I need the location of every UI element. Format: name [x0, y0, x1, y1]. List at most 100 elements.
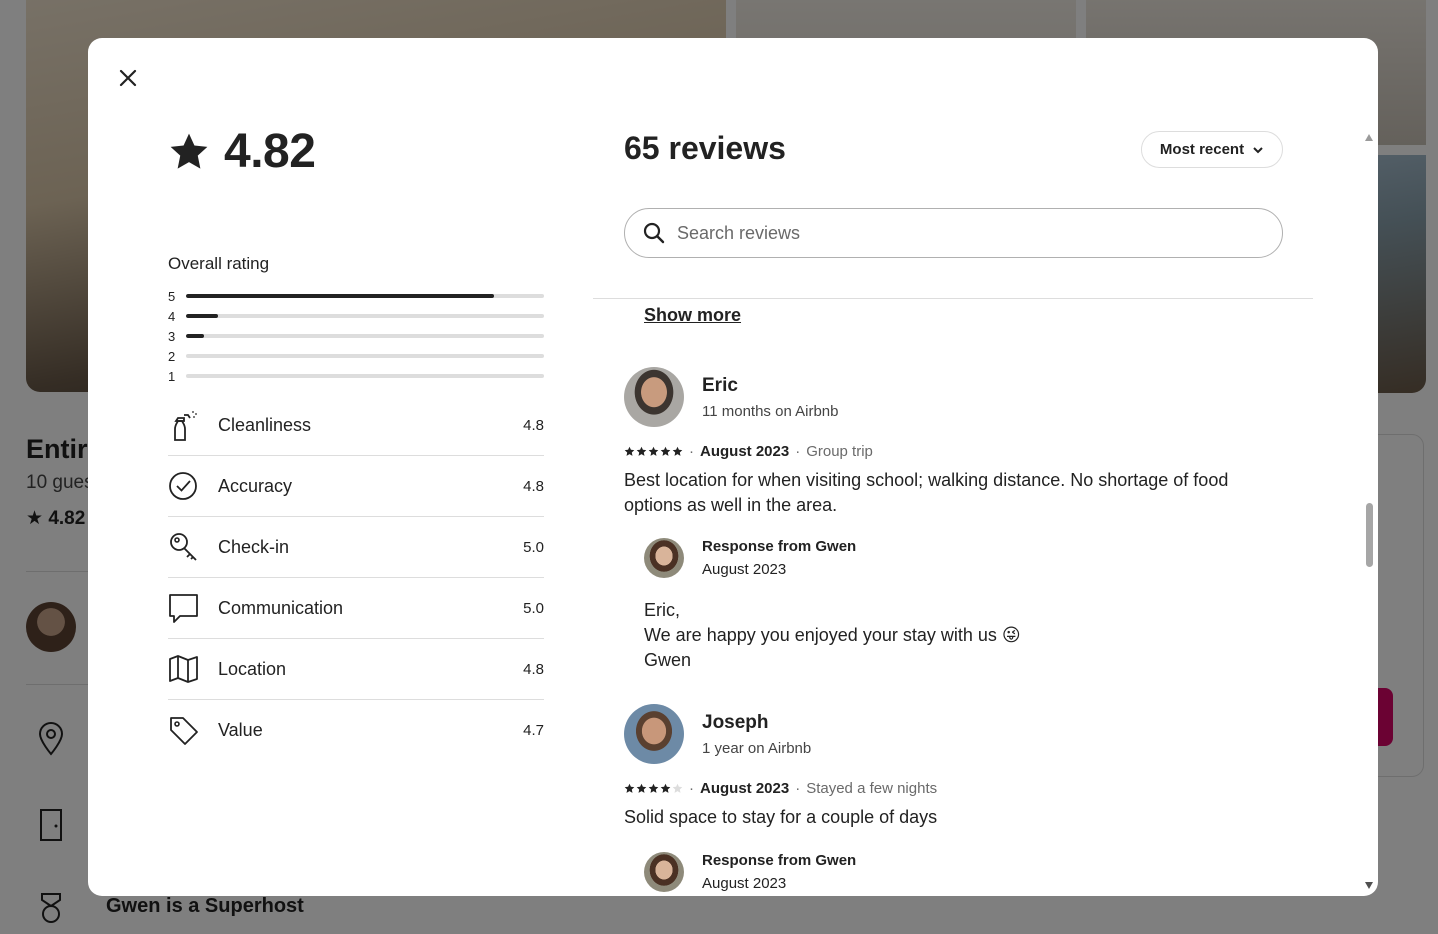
- category-value: Value 4.7: [168, 700, 544, 761]
- histogram-row: 4: [168, 306, 544, 326]
- category-location: Location 4.8: [168, 639, 544, 700]
- category-name: Check-in: [218, 536, 290, 557]
- overall-rating-label: Overall rating: [168, 254, 270, 273]
- category-name: Location: [218, 658, 287, 679]
- reviews-count: 65 reviews: [624, 130, 786, 166]
- review-text: Solid space to stay for a couple of days: [624, 807, 938, 827]
- review-text: Best location for when visiting school; …: [624, 470, 1229, 515]
- reviewer-name: Joseph: [702, 711, 769, 733]
- review-stars: [624, 783, 683, 794]
- star-filled-icon: [636, 783, 647, 793]
- category-name: Accuracy: [218, 475, 293, 496]
- histogram-star-label: 5: [168, 288, 176, 304]
- reviewer-avatar[interactable]: [624, 367, 684, 427]
- histogram-row: 1: [168, 366, 544, 386]
- star-filled-icon: [672, 446, 683, 456]
- star-filled-icon: [660, 783, 671, 793]
- category-score: 4.8: [523, 477, 544, 495]
- histogram-track: [186, 314, 544, 318]
- category-name: Communication: [218, 597, 344, 618]
- category-score: 5.0: [523, 599, 544, 617]
- spray-bottle-icon: [168, 409, 218, 441]
- histogram-row: 3: [168, 326, 544, 346]
- review-item: Joseph 1 year on Airbnb · August 2023 · …: [624, 704, 1284, 892]
- category-check-in: Check-in 5.0: [168, 517, 544, 578]
- star-filled-icon: [648, 783, 659, 793]
- histogram-track: [186, 334, 544, 338]
- map-icon: [168, 653, 218, 685]
- host-response-from: Response from Gwen: [702, 538, 857, 555]
- review-meta: · August 2023 · Stayed a few nights: [624, 780, 1284, 797]
- category-name: Cleanliness: [218, 414, 312, 435]
- meta-separator: ·: [689, 443, 694, 460]
- reviewer-name: Eric: [702, 374, 738, 396]
- host-response-text: Eric, We are happy you enjoyed your stay…: [644, 598, 1284, 673]
- scroll-down-arrow[interactable]: [1365, 882, 1373, 889]
- star-icon: [170, 133, 208, 169]
- host-response-header: Response from Gwen August 2023: [644, 852, 1284, 892]
- review-trip-type: Group trip: [806, 443, 873, 460]
- review-stars: [624, 446, 683, 457]
- category-score: 4.8: [523, 660, 544, 678]
- category-score: 5.0: [523, 538, 544, 556]
- scrollbar-thumb[interactable]: [1366, 503, 1373, 567]
- category-name: Value: [218, 720, 263, 740]
- overall-score: 4.82: [168, 124, 544, 179]
- histogram-row: 2: [168, 346, 544, 366]
- host-response-line: We are happy you enjoyed your stay with …: [644, 625, 1021, 645]
- host-avatar: [644, 538, 684, 578]
- review-header: Joseph 1 year on Airbnb: [624, 704, 1284, 764]
- host-response-line: Gwen: [644, 650, 692, 670]
- star-filled-icon: [648, 446, 659, 456]
- reviewer-tenure: 11 months on Airbnb: [702, 402, 839, 420]
- host-response-line: Eric,: [644, 600, 680, 620]
- host-response-from: Response from Gwen: [702, 852, 857, 869]
- chat-bubble-icon: [168, 592, 218, 624]
- close-button[interactable]: [112, 62, 144, 94]
- check-circle-icon: [168, 470, 218, 502]
- histogram-fill: [186, 294, 494, 298]
- review-header: Eric 11 months on Airbnb: [624, 367, 1284, 427]
- histogram-track: [186, 294, 544, 298]
- host-response: Response from Gwen August 2023 Eric, We …: [644, 538, 1284, 673]
- review-trip-type: Stayed a few nights: [806, 780, 938, 797]
- search-reviews-input[interactable]: [677, 222, 1282, 244]
- review-date: August 2023: [700, 443, 790, 460]
- reviews-list[interactable]: Show more Eric 11 months on Airbnb · Aug…: [624, 299, 1364, 896]
- reviewer-avatar[interactable]: [624, 704, 684, 764]
- category-cleanliness: Cleanliness 4.8: [168, 395, 544, 456]
- chevron-down-icon: [1253, 146, 1263, 153]
- rating-summary: 4.82 Overall rating 5 4 3 2 1 Cleanliness 4.8…: [168, 124, 544, 761]
- host-response: Response from Gwen August 2023: [644, 852, 1284, 892]
- host-response-date: August 2023: [702, 875, 787, 892]
- host-response-date: August 2023: [702, 561, 787, 578]
- category-communication: Communication 5.0: [168, 578, 544, 639]
- histogram-track: [186, 374, 544, 378]
- star-filled-icon: [624, 446, 635, 456]
- show-more-link[interactable]: Show more: [644, 305, 741, 326]
- review-meta: · August 2023 · Group trip: [624, 443, 1284, 460]
- category-score: 4.8: [523, 416, 544, 434]
- histogram-track: [186, 354, 544, 358]
- reviewer-tenure: 1 year on Airbnb: [702, 739, 812, 757]
- histogram-star-label: 1: [168, 368, 176, 384]
- star-empty-icon: [672, 783, 683, 793]
- scroll-up-arrow[interactable]: [1365, 134, 1373, 141]
- key-icon: [168, 531, 218, 563]
- sort-dropdown-label: Most recent: [1159, 141, 1245, 158]
- meta-separator: ·: [689, 780, 694, 797]
- close-icon: [119, 69, 137, 87]
- overall-score-value: 4.82: [224, 125, 316, 178]
- histogram-row: 5: [168, 286, 544, 306]
- sort-dropdown[interactable]: Most recent: [1141, 131, 1283, 168]
- search-icon: [643, 222, 665, 244]
- meta-separator: ·: [795, 443, 801, 460]
- histogram-fill: [186, 314, 219, 318]
- rating-histogram: 5 4 3 2 1: [168, 286, 544, 386]
- review-date: August 2023: [700, 780, 790, 797]
- search-reviews-box[interactable]: [624, 208, 1283, 258]
- category-ratings: Cleanliness 4.8 Accuracy 4.8 Check-in 5.0 Comm…: [168, 395, 544, 761]
- tag-icon: [168, 715, 218, 747]
- histogram-star-label: 3: [168, 328, 176, 344]
- category-score: 4.7: [523, 722, 544, 739]
